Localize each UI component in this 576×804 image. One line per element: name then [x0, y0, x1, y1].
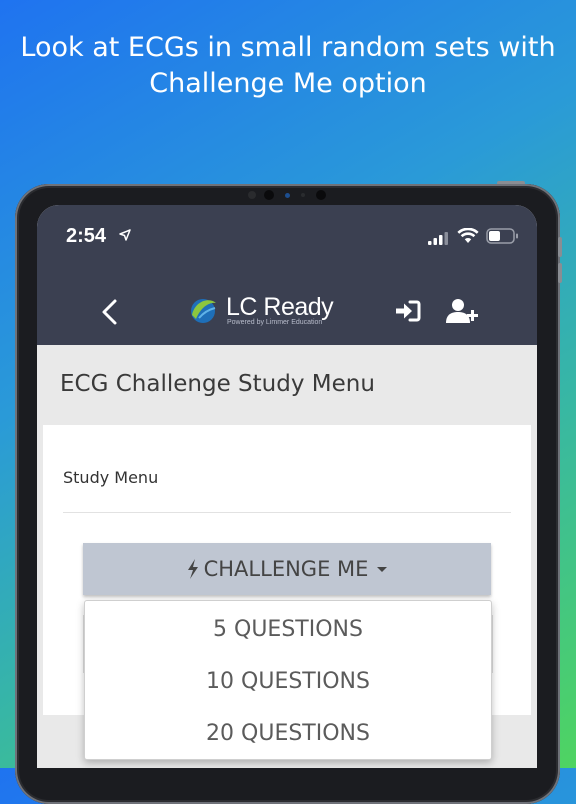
cellular-signal-icon [428, 232, 448, 245]
app-screen: 2:54 LC Ready Powered by Limmer Educatio… [37, 205, 537, 768]
volume-down-button [558, 263, 562, 283]
sign-in-icon[interactable] [395, 300, 421, 322]
promo-caption: Look at ECGs in small random sets with C… [0, 30, 576, 102]
camera-indicator [285, 193, 290, 198]
status-time: 2:54 [66, 225, 107, 247]
challenge-me-label: CHALLENGE ME [203, 557, 369, 581]
caption-line-1: Look at ECGs in small random sets with [20, 32, 556, 63]
caption-line-2: Challenge Me option [149, 68, 427, 99]
caret-down-icon [377, 566, 388, 572]
page-title: ECG Challenge Study Menu [60, 371, 375, 397]
camera-lens [264, 190, 274, 200]
question-count-dropdown: 5 QUESTIONS 10 QUESTIONS 20 QUESTIONS [84, 600, 492, 760]
sensor [316, 190, 326, 200]
app-header: 2:54 LC Ready Powered by Limmer Educatio… [37, 205, 537, 345]
bolt-icon [187, 559, 198, 579]
user-plus-icon[interactable] [445, 298, 479, 324]
dropdown-option-10[interactable]: 10 QUESTIONS [85, 657, 491, 705]
challenge-me-button[interactable]: CHALLENGE ME [83, 543, 491, 595]
divider [63, 512, 511, 513]
volume-up-button [558, 237, 562, 257]
location-arrow-icon [119, 229, 131, 241]
dropdown-option-5[interactable]: 5 QUESTIONS [85, 605, 491, 653]
back-chevron-icon[interactable] [99, 298, 121, 326]
sensor [301, 193, 305, 197]
wifi-icon [457, 228, 479, 243]
battery-icon [486, 228, 518, 244]
dropdown-option-20[interactable]: 20 QUESTIONS [85, 709, 491, 757]
logo-subtitle: Powered by Limmer Education [227, 319, 323, 326]
logo-text: LC Ready [226, 293, 334, 321]
sensor [248, 191, 256, 199]
section-label: Study Menu [63, 468, 159, 487]
